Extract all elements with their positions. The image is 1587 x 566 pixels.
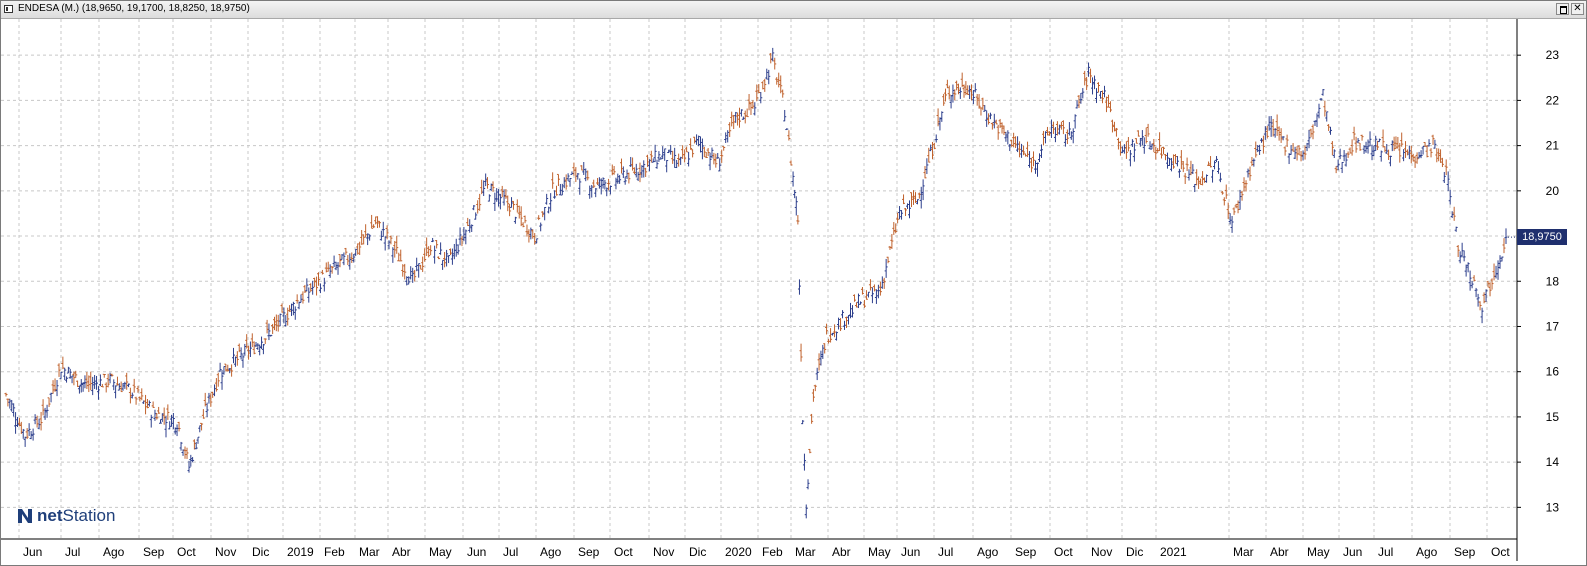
y-tick-label: 13: [1546, 500, 1560, 514]
x-tick-label: Nov: [1091, 545, 1112, 559]
x-tick-label: Mar: [359, 545, 380, 559]
y-tick-label: 23: [1546, 48, 1560, 62]
x-tick-label: Jun: [901, 545, 920, 559]
x-tick-label: Ago: [540, 545, 562, 559]
logo-text-net: net: [37, 506, 63, 525]
x-tick-label: Dic: [252, 545, 269, 559]
x-tick-label: Oct: [1054, 545, 1073, 559]
price-chart[interactable]: 1314151617181920212223JunJulAgoSepOctNov…: [1, 19, 1586, 565]
x-tick-label: Abr: [392, 545, 411, 559]
window-title: ENDESA (M.) (18,9650, 19,1700, 18,8250, …: [18, 3, 250, 14]
x-tick-label: Mar: [795, 545, 816, 559]
y-tick-label: 15: [1546, 410, 1560, 424]
x-tick-label: Jun: [467, 545, 486, 559]
x-tick-label: Mar: [1233, 545, 1254, 559]
x-tick-label: Sep: [578, 545, 600, 559]
x-tick-label: Jul: [1378, 545, 1393, 559]
y-tick-label: 20: [1546, 184, 1560, 198]
y-tick-label: 14: [1546, 455, 1560, 469]
last-price-badge: 18,9750: [1517, 229, 1567, 246]
x-tick-label: Sep: [143, 545, 165, 559]
window-icon: [4, 5, 13, 13]
chart-window: ENDESA (M.) (18,9650, 19,1700, 18,8250, …: [0, 0, 1587, 566]
x-tick-label: Dic: [1126, 545, 1143, 559]
x-tick-label: Oct: [614, 545, 633, 559]
y-tick-label: 21: [1546, 139, 1560, 153]
y-tick-label: 16: [1546, 365, 1560, 379]
x-tick-label: Sep: [1454, 545, 1476, 559]
netstation-logo-icon: [18, 509, 32, 523]
x-tick-label: Ago: [977, 545, 999, 559]
close-button[interactable]: ✕: [1571, 3, 1584, 15]
logo-text-station: Station: [62, 506, 116, 525]
x-tick-label: Ago: [1416, 545, 1438, 559]
x-tick-label: Feb: [324, 545, 345, 559]
x-tick-label: Nov: [215, 545, 236, 559]
x-tick-label: May: [1307, 545, 1330, 559]
x-tick-label: Jul: [503, 545, 518, 559]
x-tick-label: Jul: [65, 545, 80, 559]
x-tick-label: 2019: [287, 545, 314, 559]
x-tick-label: Nov: [653, 545, 674, 559]
x-tick-label: Jun: [23, 545, 42, 559]
x-tick-label: Ago: [103, 545, 125, 559]
chart-background: [1, 19, 1586, 565]
x-tick-label: Abr: [832, 545, 851, 559]
x-tick-label: Jul: [938, 545, 953, 559]
x-tick-label: Jun: [1343, 545, 1362, 559]
title-bar[interactable]: ENDESA (M.) (18,9650, 19,1700, 18,8250, …: [1, 1, 1586, 19]
x-tick-label: Feb: [762, 545, 783, 559]
y-tick-label: 22: [1546, 93, 1560, 107]
y-tick-label: 17: [1546, 319, 1560, 333]
x-tick-label: Oct: [177, 545, 196, 559]
x-tick-label: May: [868, 545, 891, 559]
restore-button[interactable]: [1556, 3, 1569, 15]
netstation-logo: net Station: [15, 505, 115, 527]
x-tick-label: Dic: [689, 545, 706, 559]
x-tick-label: May: [429, 545, 452, 559]
x-tick-label: 2020: [725, 545, 752, 559]
y-tick-label: 18: [1546, 274, 1560, 288]
x-tick-label: Abr: [1270, 545, 1289, 559]
x-tick-label: Sep: [1015, 545, 1037, 559]
x-tick-label: Oct: [1491, 545, 1510, 559]
x-tick-label: 2021: [1160, 545, 1187, 559]
